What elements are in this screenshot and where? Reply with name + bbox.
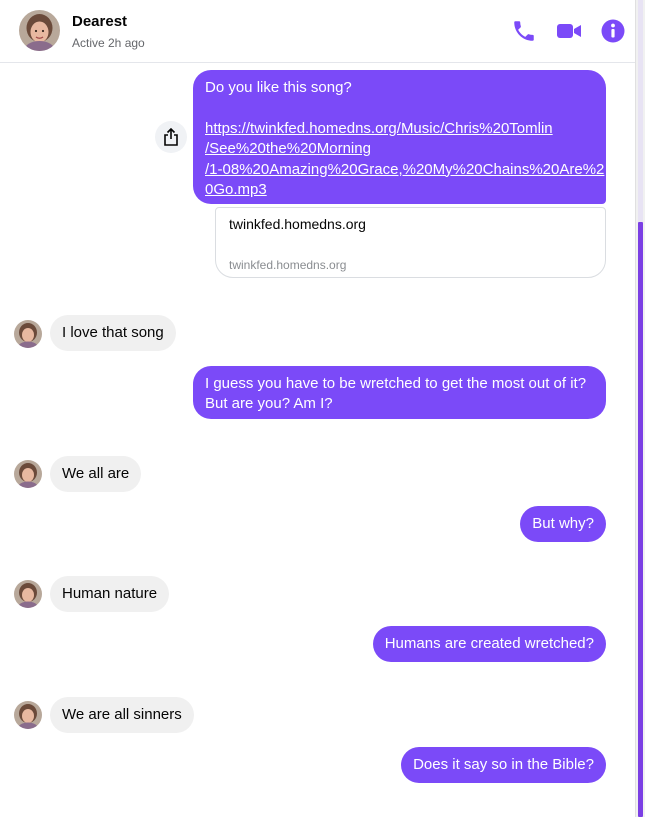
incoming-message[interactable]: I love that song bbox=[50, 315, 176, 351]
outgoing-message[interactable]: I guess you have to be wretched to get t… bbox=[193, 366, 606, 419]
incoming-message[interactable]: We all are bbox=[50, 456, 142, 492]
incoming-message[interactable]: We are all sinners bbox=[50, 697, 194, 733]
outgoing-message[interactable]: Humans are created wretched? bbox=[372, 626, 606, 662]
message-line: I guess you have to be wretched to get t… bbox=[205, 375, 587, 392]
song-link-line-2[interactable]: /See%20the%20Morning bbox=[205, 139, 594, 160]
sender-avatar[interactable] bbox=[14, 320, 42, 348]
video-call-icon[interactable] bbox=[556, 18, 582, 44]
incoming-message[interactable]: Human nature bbox=[50, 576, 170, 612]
sender-avatar[interactable] bbox=[14, 701, 42, 729]
song-link-line-3[interactable]: /1-08%20Amazing%20Grace,%20My%20Chains%2… bbox=[205, 160, 604, 181]
share-icon bbox=[164, 128, 178, 146]
preview-domain: twinkfed.homedns.org bbox=[229, 258, 347, 272]
song-link-line-1[interactable]: https://twinkfed.homedns.org/Music/Chris… bbox=[205, 119, 594, 140]
preview-title: twinkfed.homedns.org bbox=[229, 216, 366, 232]
link-preview-card[interactable]: twinkfed.homedns.org twinkfed.homedns.or… bbox=[215, 207, 606, 278]
contact-avatar[interactable] bbox=[19, 10, 60, 51]
sender-avatar[interactable] bbox=[14, 580, 42, 608]
scrollbar-thumb[interactable] bbox=[638, 222, 643, 817]
song-link-line-4[interactable]: 0Go.mp3 bbox=[205, 180, 594, 201]
message-text: Do you like this song? bbox=[205, 79, 352, 96]
info-icon[interactable] bbox=[600, 18, 626, 44]
scrollbar-track-upper bbox=[638, 0, 643, 222]
conversation-header: Dearest Active 2h ago bbox=[0, 0, 636, 63]
active-status: Active 2h ago bbox=[72, 36, 145, 50]
phone-icon[interactable] bbox=[511, 18, 537, 44]
message-line: But are you? Am I? bbox=[205, 395, 333, 412]
share-button[interactable] bbox=[155, 121, 187, 153]
sender-avatar[interactable] bbox=[14, 460, 42, 488]
outgoing-message[interactable]: But why? bbox=[520, 506, 606, 542]
outgoing-message[interactable]: Does it say so in the Bible? bbox=[401, 747, 606, 783]
contact-name[interactable]: Dearest bbox=[72, 13, 127, 30]
outgoing-message-link[interactable]: Do you like this song? https://twinkfed.… bbox=[193, 70, 606, 204]
